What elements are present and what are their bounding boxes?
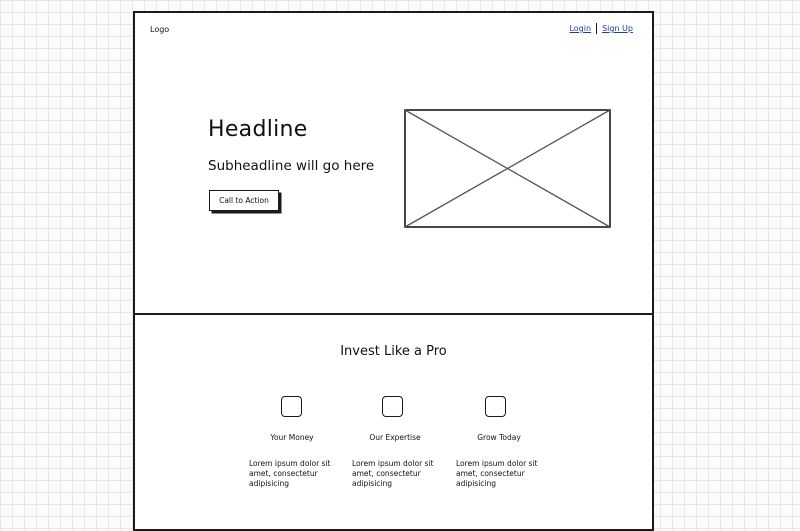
- call-to-action-button[interactable]: Call to Action: [209, 190, 279, 211]
- features-title: Invest Like a Pro: [340, 344, 447, 359]
- hero-subheadline: Subheadline will go here: [208, 158, 375, 174]
- feature-label: Our Expertise: [369, 433, 421, 442]
- feature-label: Grow Today: [477, 433, 521, 442]
- square-icon: [281, 396, 302, 417]
- square-icon: [485, 396, 506, 417]
- image-placeholder-icon: [404, 109, 611, 228]
- hero-headline: Headline: [208, 117, 308, 142]
- square-icon: [382, 396, 403, 417]
- feature-description: Lorem ipsum dolor sit amet, consectetur …: [352, 459, 434, 488]
- auth-links: Login Sign Up: [569, 23, 633, 34]
- login-link[interactable]: Login: [569, 24, 591, 33]
- section-divider: [135, 313, 652, 315]
- feature-description: Lorem ipsum dolor sit amet, consectetur …: [249, 459, 331, 488]
- page-frame: Logo Login Sign Up Headline Subheadline …: [133, 11, 654, 531]
- auth-separator: [596, 23, 598, 34]
- feature-description: Lorem ipsum dolor sit amet, consectetur …: [456, 459, 538, 488]
- feature-label: Your Money: [270, 433, 314, 442]
- logo[interactable]: Logo: [150, 25, 169, 34]
- signup-link[interactable]: Sign Up: [602, 24, 633, 33]
